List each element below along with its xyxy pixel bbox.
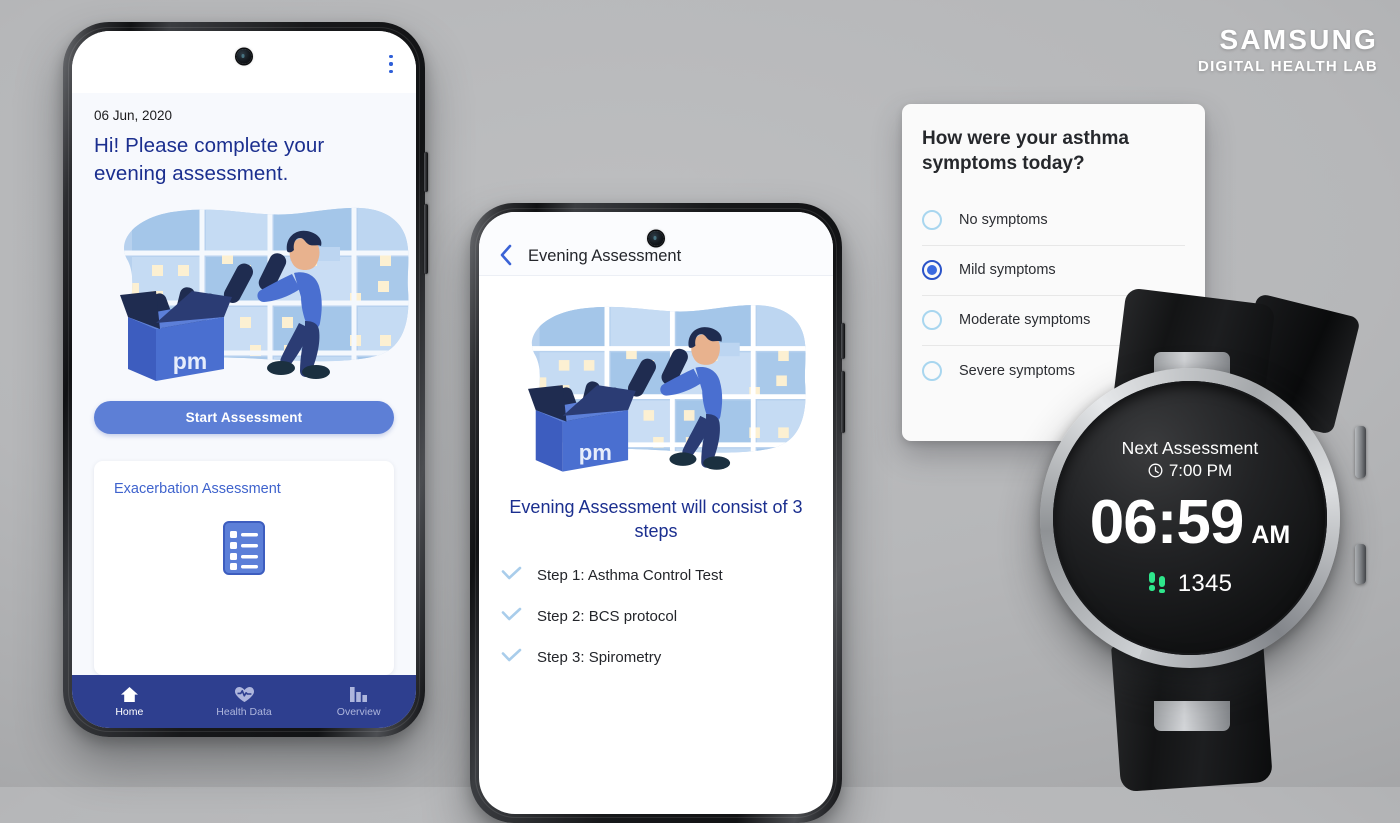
watch-case: Next Assessment 7:00 PM 06:59 AM 1345 (1040, 368, 1340, 668)
front-camera-icon (236, 49, 252, 64)
nav-label: Home (115, 705, 144, 718)
option-label: Mild symptoms (959, 262, 1056, 279)
home-icon (120, 686, 139, 703)
step-label: Step 1: Asthma Control Test (537, 567, 723, 585)
step-label: Step 3: Spirometry (537, 649, 662, 667)
phone1-power-button[interactable] (424, 204, 428, 274)
sidebar-item-overview[interactable]: Overview (301, 686, 416, 718)
home-date: 06 Jun, 2020 (94, 108, 173, 123)
front-camera-icon (648, 231, 664, 246)
evening-assessment-illustration: pm (503, 292, 809, 482)
nav-label: Health Data (216, 705, 272, 718)
radio-option-no-symptoms[interactable]: No symptoms (922, 196, 1185, 246)
watch-time-value: 06:59 (1089, 487, 1245, 557)
check-icon (501, 566, 522, 586)
sidebar-item-health-data[interactable]: Health Data (187, 686, 302, 718)
check-icon (501, 648, 522, 668)
phone-home-device: 06 Jun, 2020 Hi! Please complete your ev… (63, 22, 428, 737)
radio-circle-selected-icon (922, 260, 942, 281)
chevron-left-icon[interactable] (499, 244, 512, 266)
phone1-volume-button[interactable] (424, 152, 428, 192)
watch-face[interactable]: Next Assessment 7:00 PM 06:59 AM 1345 (1053, 381, 1327, 655)
nav-label: Overview (336, 705, 381, 718)
assessment-step-list: Step 1: Asthma Control Test Step 2: BCS … (501, 566, 811, 668)
radio-option-mild-symptoms[interactable]: Mild symptoms (922, 246, 1185, 296)
next-assessment-time-row: 7:00 PM (1148, 461, 1232, 481)
card-title: Exacerbation Assessment (114, 481, 281, 498)
home-greeting: Hi! Please complete your evening assessm… (94, 134, 325, 185)
svg-text:pm: pm (173, 348, 208, 374)
next-assessment-label: Next Assessment (1121, 437, 1259, 458)
brand-tagline: DIGITAL HEALTH LAB (1198, 58, 1378, 75)
step-label: Step 2: BCS protocol (537, 608, 678, 626)
radio-circle-icon (922, 360, 942, 381)
phone2-volume-button[interactable] (841, 323, 845, 359)
watch-current-time: 06:59 AM (1089, 487, 1291, 557)
watch-top-button[interactable] (1355, 426, 1366, 478)
bottom-navigation: Home Health Data Overview (72, 675, 416, 728)
phone-assessment-screen: Evening Assessment pm Evening Assessment… (479, 212, 833, 814)
watch-bottom-button[interactable] (1355, 544, 1366, 584)
survey-question: How were your asthma symptoms today? (922, 128, 1129, 175)
watch-lug-bottom (1154, 701, 1230, 731)
phone-home-body: 06 Jun, 2020 Hi! Please complete your ev… (72, 93, 416, 675)
scene: SAMSUNG DIGITAL HEALTH LAB 06 Jun, 2020 … (0, 0, 1400, 823)
start-assessment-button[interactable]: Start Assessment (94, 401, 394, 435)
list-item: Step 3: Spirometry (501, 648, 811, 668)
phone2-power-button[interactable] (841, 371, 845, 433)
check-icon (501, 607, 522, 627)
brand-name: SAMSUNG (1219, 24, 1378, 55)
heart-pulse-icon (234, 686, 255, 703)
watch-steps-value: 1345 (1177, 570, 1233, 598)
watch-step-counter: 1345 (1148, 570, 1233, 598)
footsteps-icon (1148, 571, 1167, 598)
next-assessment-time: 7:00 PM (1168, 460, 1233, 480)
phone-assessment-body: pm Evening Assessment will consist of 3 … (479, 276, 833, 814)
kebab-menu-icon[interactable] (384, 55, 398, 73)
watch-meridiem: AM (1251, 520, 1291, 549)
list-item: Step 2: BCS protocol (501, 607, 811, 627)
radio-circle-icon (922, 210, 942, 231)
bar-chart-icon (349, 686, 368, 703)
sidebar-item-home[interactable]: Home (72, 686, 187, 718)
option-label: No symptoms (959, 212, 1048, 229)
svg-text:pm: pm (579, 440, 612, 465)
evening-assessment-illustration: pm (94, 195, 409, 391)
phone-assessment-device: Evening Assessment pm Evening Assessment… (470, 203, 845, 823)
clock-icon (1148, 463, 1163, 478)
checklist-form-icon (222, 520, 266, 581)
smartwatch-device: Next Assessment 7:00 PM 06:59 AM 1345 (1012, 287, 1372, 793)
page-title: Evening Assessment (528, 247, 682, 265)
phone-home-screen: 06 Jun, 2020 Hi! Please complete your ev… (72, 31, 416, 728)
list-item: Step 1: Asthma Control Test (501, 566, 811, 586)
exacerbation-assessment-card[interactable]: Exacerbation Assessment (94, 461, 394, 675)
radio-circle-icon (922, 310, 942, 331)
assessment-heading: Evening Assessment will consist of 3 ste… (509, 497, 803, 541)
samsung-logo: SAMSUNG DIGITAL HEALTH LAB (1198, 24, 1378, 75)
